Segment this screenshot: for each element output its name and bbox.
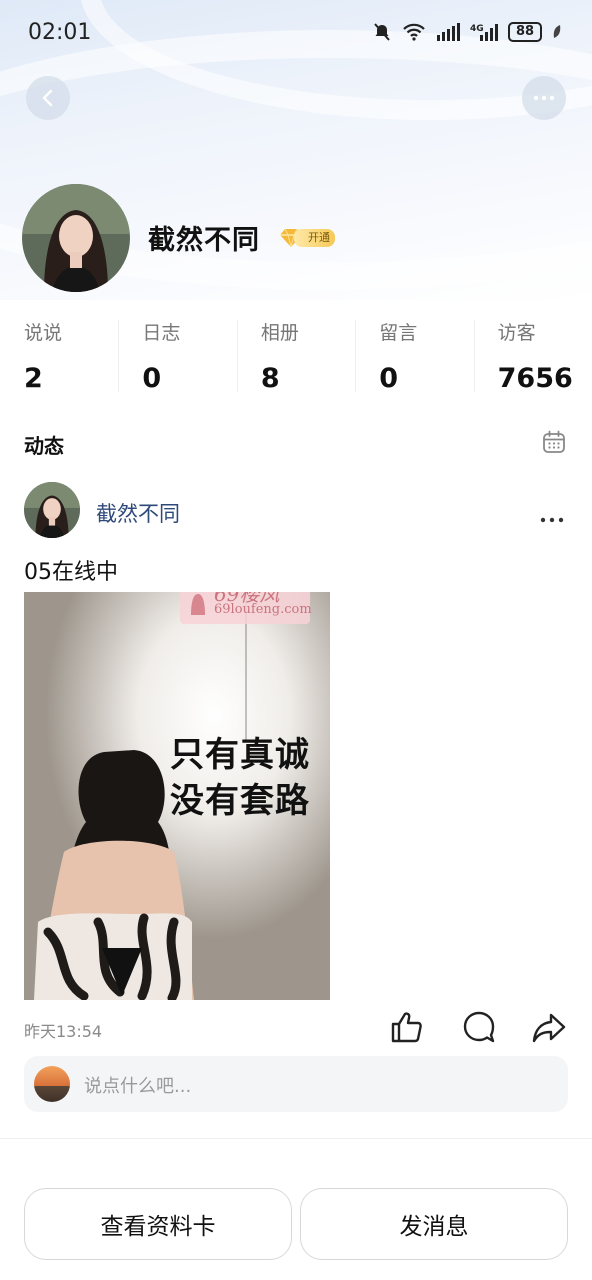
divider xyxy=(0,1138,592,1139)
avatar xyxy=(24,482,80,538)
stat-value: 0 xyxy=(379,363,399,394)
send-message-button[interactable]: 发消息 xyxy=(300,1188,568,1260)
vip-badge[interactable]: 开通 xyxy=(278,228,335,248)
image-caption: 只有真诚 没有套路 xyxy=(170,732,310,824)
svg-text:4G: 4G xyxy=(470,24,484,34)
image-caption-line: 没有套路 xyxy=(170,781,310,821)
post-author-avatar[interactable] xyxy=(24,482,80,538)
back-button[interactable] xyxy=(26,76,70,120)
more-horizontal-icon xyxy=(540,517,564,523)
stat-label: 说说 xyxy=(24,322,63,344)
avatar xyxy=(22,184,130,292)
thumbs-up-icon xyxy=(391,1012,422,1043)
view-profile-card-button[interactable]: 查看资料卡 xyxy=(24,1188,292,1260)
watermark-figure-icon xyxy=(191,594,205,615)
post-text: 05在线中 xyxy=(24,560,118,585)
leaf-icon xyxy=(553,25,561,38)
vip-badge-label: 开通 xyxy=(294,229,335,247)
watermark: 69楼凤 69loufeng.com xyxy=(180,592,312,624)
stat-albums[interactable]: 相册 8 xyxy=(236,316,355,396)
profile-name: 截然不同 xyxy=(148,225,260,256)
battery-indicator: 88 xyxy=(508,22,542,42)
stat-value: 0 xyxy=(142,363,162,394)
comment-bubble-icon xyxy=(463,1011,495,1043)
status-time: 02:01 xyxy=(28,20,92,45)
more-options-button[interactable] xyxy=(522,76,566,120)
feed-section-title: 动态 xyxy=(24,434,64,458)
watermark-url: 69loufeng.com xyxy=(214,602,312,617)
current-user-avatar xyxy=(34,1066,70,1102)
calendar-button[interactable] xyxy=(542,430,566,458)
stat-blogs[interactable]: 日志 0 xyxy=(118,316,236,396)
status-bar: 02:01 4G 88 xyxy=(0,0,592,70)
calendar-icon xyxy=(543,430,565,453)
comment-placeholder: 说点什么吧... xyxy=(84,1076,192,1097)
mute-bell-icon xyxy=(374,23,390,41)
stat-posts[interactable]: 说说 2 xyxy=(0,316,118,396)
post-image[interactable]: 69楼凤 69loufeng.com 只有真诚 没有套路 xyxy=(24,592,330,1000)
stat-value: 7656 xyxy=(497,363,573,394)
comment-button[interactable] xyxy=(462,1010,496,1048)
like-button[interactable] xyxy=(390,1010,424,1048)
stat-label: 留言 xyxy=(379,322,418,344)
wifi-icon xyxy=(403,23,425,41)
stat-value: 2 xyxy=(24,363,43,394)
stat-label: 访客 xyxy=(497,322,536,344)
more-horizontal-icon xyxy=(533,95,555,101)
signal-4g-icon: 4G xyxy=(470,24,498,41)
post-author-name[interactable]: 截然不同 xyxy=(96,498,180,528)
stat-value: 8 xyxy=(260,363,280,394)
post-timestamp: 昨天13:54 xyxy=(24,1022,103,1041)
image-caption-line: 只有真诚 xyxy=(170,735,310,775)
share-button[interactable] xyxy=(532,1010,566,1048)
profile-avatar[interactable] xyxy=(22,184,130,292)
comment-input[interactable]: 说点什么吧... xyxy=(24,1056,568,1112)
chevron-left-icon xyxy=(42,89,53,107)
stat-visitors[interactable]: 访客 7656 xyxy=(473,316,592,396)
stat-label: 日志 xyxy=(142,322,181,344)
stat-messages[interactable]: 留言 0 xyxy=(355,316,473,396)
stats-row: 说说 2 日志 0 相册 8 留言 0 访客 7656 xyxy=(0,316,592,396)
share-arrow-icon xyxy=(532,1013,566,1043)
status-icons: 4G 88 xyxy=(372,22,562,42)
signal-icon xyxy=(437,23,460,41)
stat-label: 相册 xyxy=(260,322,299,344)
post-more-button[interactable] xyxy=(540,508,564,527)
